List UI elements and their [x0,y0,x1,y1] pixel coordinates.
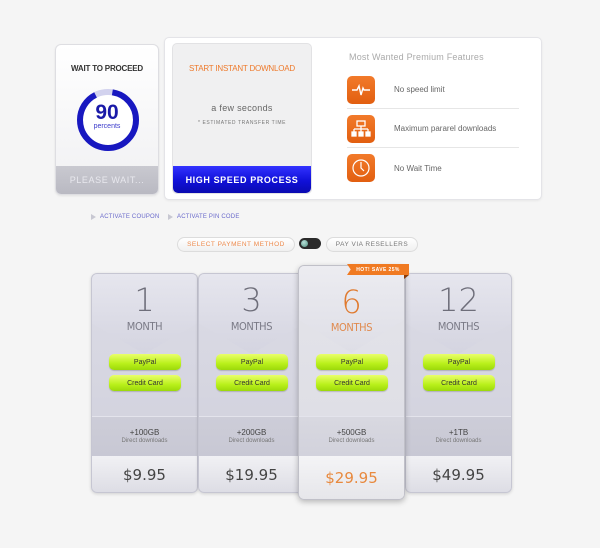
plan-duration-number: 12 [438,281,479,319]
wait-title: WAIT TO PROCEED [71,64,143,73]
pay-via-resellers-button[interactable]: PAY VIA RESELLERS [326,237,418,252]
payment-toggle[interactable] [299,238,321,249]
credit-card-button[interactable]: Credit Card [109,375,181,391]
plan-price: $19.95 [199,456,304,492]
plan-duration-unit: MONTH [126,320,163,333]
plan-storage: +200GB [236,428,267,437]
progress-unit: percents [93,123,121,130]
paypal-button[interactable]: PayPal [423,354,495,370]
paypal-button[interactable]: PayPal [316,354,388,370]
features-title: Most Wanted Premium Features [349,52,484,62]
wait-card: WAIT TO PROCEED 90 percents PLEASE WAIT.… [55,44,159,195]
plan-price: $49.95 [406,456,511,492]
plan-storage-sub: Direct downloads [435,438,482,444]
progress-value: 90 [95,101,119,124]
download-panel: START INSTANT DOWNLOAD a few seconds * E… [164,37,542,200]
plan-card: 12 MONTHS PayPal Credit Card +1TB Direct… [405,273,512,493]
instant-download-card: START INSTANT DOWNLOAD a few seconds * E… [172,43,312,194]
transfer-time: a few seconds [211,103,273,113]
feature-label: No speed limit [394,85,445,94]
plan-storage-section: +1TB Direct downloads [406,416,511,456]
select-payment-method-button[interactable]: SELECT PAYMENT METHOD [177,237,295,252]
download-title: START INSTANT DOWNLOAD [189,64,295,73]
activate-coupon-link[interactable]: ACTIVATE COUPON [91,214,159,220]
feature-item: Maximum pararel downloads [347,110,519,148]
plan-duration-unit: MONTHS [437,320,480,333]
clock-icon [347,154,375,182]
credit-card-button[interactable]: Credit Card [316,375,388,391]
feature-item: No Wait Time [347,149,519,187]
toggle-knob [301,240,308,247]
feature-item: No speed limit [347,71,519,109]
activate-pin-link[interactable]: ACTIVATE PIN CODE [168,214,240,220]
ribbon-fold [404,275,409,279]
plan-card: 1 MONTH PayPal Credit Card +100GB Direct… [91,273,198,493]
paypal-button[interactable]: PayPal [109,354,181,370]
plan-duration-number: 3 [241,281,262,319]
plan-duration-number: 6 [341,283,362,321]
plan-storage-section: +500GB Direct downloads [299,416,404,456]
feature-label: No Wait Time [394,163,442,173]
plan-storage-sub: Direct downloads [328,438,375,444]
network-icon [347,114,375,143]
plan-duration-number: 1 [134,281,155,319]
plan-storage: +100GB [129,428,160,437]
play-icon [168,214,173,220]
paypal-button[interactable]: PayPal [216,354,288,370]
plan-price: $29.95 [299,456,404,499]
plan-storage-section: +200GB Direct downloads [199,416,304,456]
plan-storage: +1TB [448,428,469,437]
plan-duration-unit: MONTHS [230,320,273,333]
activate-coupon-label: ACTIVATE COUPON [100,214,160,220]
plan-storage-sub: Direct downloads [228,438,275,444]
plan-storage-section: +100GB Direct downloads [92,416,197,456]
transfer-time-note: * ESTIMATED TRANSFER TIME [197,120,287,126]
plan-duration-unit: MONTHS [330,321,373,334]
play-icon [91,214,96,220]
please-wait-button: PLEASE WAIT... [56,166,158,194]
plan-storage: +500GB [336,428,367,437]
plan-card: 3 MONTHS PayPal Credit Card +200GB Direc… [198,273,305,493]
high-speed-process-button[interactable]: HIGH SPEED PROCESS [173,166,311,193]
credit-card-button[interactable]: Credit Card [423,375,495,391]
credit-card-button[interactable]: Credit Card [216,375,288,391]
pulse-icon [347,75,375,104]
plan-card-featured: 6 MONTHS PayPal Credit Card +500GB Direc… [298,265,405,500]
hot-save-ribbon: HOT! SAVE 25% [347,264,409,275]
plan-price: $9.95 [92,456,197,492]
activate-pin-label: ACTIVATE PIN CODE [177,214,240,220]
feature-label: Maximum pararel downloads [394,124,497,133]
plan-storage-sub: Direct downloads [121,438,168,444]
